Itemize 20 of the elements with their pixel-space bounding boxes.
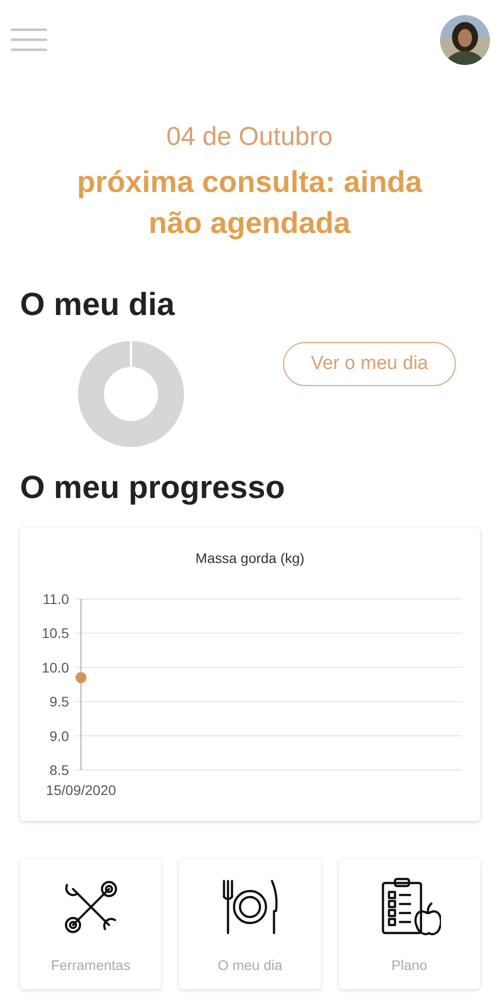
section-title: O meu dia: [19, 286, 176, 323]
chart-title: Massa gorda (kg): [196, 550, 304, 566]
view-day-button[interactable]: Ver o meu dia: [283, 342, 456, 386]
axis-tick-label: 10.5: [42, 625, 69, 642]
plate-cutlery-icon: [222, 880, 278, 934]
axis-tick-label: 9.0: [50, 728, 69, 744]
shortcut-tile[interactable]: O meu dia: [179, 859, 321, 989]
axis-tick-label: 8.5: [50, 762, 69, 778]
axis-tick-label: 15/09/2020: [46, 782, 116, 798]
appointment-text: próxima consulta: ainda não agendada: [76, 165, 424, 242]
axis-tick-label: 10.0: [42, 659, 69, 676]
axis-tick-label: 9.5: [50, 694, 69, 710]
shortcut-tile[interactable]: Ferramentas: [20, 859, 162, 989]
section-title: O meu progresso: [19, 469, 286, 506]
date-text: 04 de Outubro: [165, 121, 334, 152]
menu-icon: [11, 28, 47, 52]
wrenches-icon: [64, 880, 117, 934]
axis-tick-label: 11.0: [42, 591, 69, 607]
shortcut-tile[interactable]: Plano: [338, 859, 480, 989]
checklist-apple-icon: [382, 878, 442, 936]
